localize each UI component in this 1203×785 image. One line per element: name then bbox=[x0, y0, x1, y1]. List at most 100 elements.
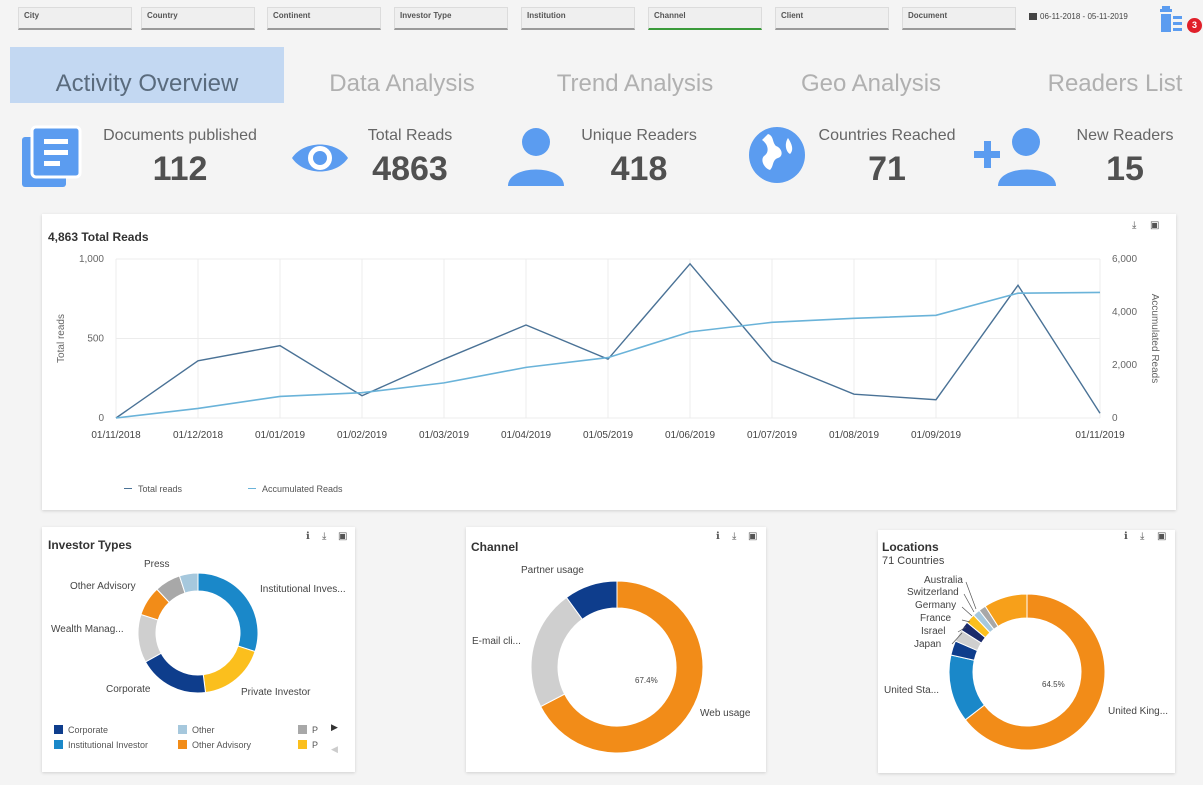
center-percentage: 64.5% bbox=[1042, 680, 1065, 689]
y2-axis-title: Accumulated Reads bbox=[1149, 294, 1160, 384]
slice-label-private: Private Investor bbox=[241, 687, 311, 698]
filter-investor-type[interactable]: Investor Type bbox=[394, 7, 508, 30]
filter-label: Document bbox=[908, 11, 948, 20]
filter-document[interactable]: Document bbox=[902, 7, 1016, 30]
slice-label-institutional: Institutional Inves... bbox=[260, 584, 346, 595]
donut-slice bbox=[144, 652, 207, 694]
y-tick-label: 0 bbox=[98, 413, 104, 424]
filter-label: Institution bbox=[527, 11, 566, 20]
kpi-total-reads-value: 4863 bbox=[372, 150, 448, 188]
center-percentage: 67.4% bbox=[635, 676, 658, 685]
selection-count-badge: 3 bbox=[1187, 18, 1202, 33]
filter-label: Channel bbox=[654, 11, 686, 20]
y-axis-title: Total reads bbox=[56, 314, 67, 363]
filter-country[interactable]: Country bbox=[141, 7, 255, 30]
line-chart: 1,000 500 0 6,000 4,000 2,000 0 01/11/2018 01/12… bbox=[56, 254, 1160, 441]
slice-label-partner: Partner usage bbox=[521, 565, 584, 576]
x-tick-label: 01/11/2019 bbox=[1075, 430, 1125, 441]
legend-next-arrow-icon[interactable]: ▶ bbox=[331, 722, 338, 733]
tab-geo-analysis[interactable]: Geo Analysis bbox=[785, 47, 957, 103]
y2-tick-label: 2,000 bbox=[1112, 360, 1137, 371]
legend-accumulated-reads[interactable]: Accumulated Reads bbox=[248, 484, 343, 494]
slice-label-other-advisory: Other Advisory bbox=[70, 581, 136, 592]
x-tick-label: 01/06/2019 bbox=[665, 430, 715, 441]
x-tick-label: 01/12/2018 bbox=[173, 430, 223, 441]
leader-line bbox=[963, 593, 975, 613]
filter-label: Client bbox=[781, 11, 804, 20]
filter-bar: City Country Continent Investor Type Ins… bbox=[0, 0, 1203, 42]
user-icon bbox=[508, 128, 564, 186]
date-range-picker[interactable]: 06-11-2018 - 05-11-2019 bbox=[1029, 12, 1128, 21]
leader-line bbox=[965, 581, 977, 610]
tab-data-analysis[interactable]: Data Analysis bbox=[310, 47, 494, 103]
filter-client[interactable]: Client bbox=[775, 7, 889, 30]
x-tick-label: 01/05/2019 bbox=[583, 430, 633, 441]
filter-channel[interactable]: Channel bbox=[648, 7, 762, 30]
filter-institution[interactable]: Institution bbox=[521, 7, 635, 30]
investor-types-panel: Investor Types ℹ ⤓ ▣ Press Other Advisor… bbox=[42, 527, 355, 772]
date-range-text: 06-11-2018 - 05-11-2019 bbox=[1040, 12, 1128, 21]
documents-icon bbox=[22, 125, 82, 187]
investor-types-donut bbox=[137, 572, 259, 694]
x-tick-label: 01/04/2019 bbox=[501, 430, 551, 441]
total-reads-panel: 4,863 Total Reads ⤓ ▣ 1,000 500 0 6,000 4,00… bbox=[42, 214, 1176, 510]
kpi-new-readers-label: New Readers bbox=[1076, 127, 1174, 144]
slice-label-wealth: Wealth Manag... bbox=[51, 624, 124, 635]
tab-trend-analysis[interactable]: Trend Analysis bbox=[540, 47, 730, 103]
filter-label: City bbox=[24, 11, 40, 20]
slice-label-web: Web usage bbox=[700, 708, 751, 719]
kpi-documents-label: Documents published bbox=[103, 127, 257, 144]
legend-prev-arrow-icon[interactable]: ◀ bbox=[331, 744, 338, 755]
filter-label: Investor Type bbox=[400, 11, 452, 20]
add-user-icon bbox=[974, 128, 1056, 186]
filter-label: Continent bbox=[273, 11, 311, 20]
filter-label: Country bbox=[147, 11, 178, 20]
legend-other-advisory[interactable]: Other Advisory bbox=[178, 740, 251, 750]
calendar-icon bbox=[1029, 13, 1037, 20]
slice-label-us: United Sta... bbox=[884, 685, 940, 696]
channel-panel: Channel ℹ ⤓ ▣ Partner usage E-mail cli..… bbox=[466, 527, 766, 772]
legend-institutional[interactable]: Institutional Investor bbox=[54, 740, 148, 750]
y-tick-label: 500 bbox=[87, 334, 104, 345]
kpi-unique-readers-value: 418 bbox=[610, 150, 668, 188]
kpi-documents-value: 112 bbox=[152, 150, 208, 188]
donut-slice bbox=[530, 596, 584, 708]
x-tick-label: 01/09/2019 bbox=[911, 430, 961, 441]
leader-line bbox=[961, 606, 973, 617]
x-tick-label: 01/11/2018 bbox=[91, 430, 141, 441]
y-tick-label: 1,000 bbox=[79, 254, 104, 265]
clear-selections-icon[interactable] bbox=[1160, 6, 1182, 32]
x-tick-label: 01/02/2019 bbox=[337, 430, 387, 441]
kpi-countries-value: 71 bbox=[868, 150, 906, 188]
locations-panel: Locations 71 Countries ℹ ⤓ ▣ Australia S… bbox=[878, 530, 1175, 773]
y2-tick-label: 4,000 bbox=[1112, 307, 1137, 318]
slice-label-uk: United King... bbox=[1108, 706, 1169, 717]
legend-private[interactable]: P bbox=[298, 740, 318, 750]
legend-corporate[interactable]: Corporate bbox=[54, 725, 108, 735]
slice-label-corporate: Corporate bbox=[106, 684, 151, 695]
filter-continent[interactable]: Continent bbox=[267, 7, 381, 30]
x-tick-label: 01/08/2019 bbox=[829, 430, 879, 441]
donut-slice bbox=[197, 572, 259, 653]
donut-slice bbox=[202, 645, 256, 694]
tab-activity-overview[interactable]: Activity Overview bbox=[10, 47, 284, 103]
slice-label-japan: Japan bbox=[914, 639, 942, 650]
kpi-unique-readers-label: Unique Readers bbox=[581, 127, 697, 144]
slice-label-australia: Australia bbox=[924, 575, 963, 586]
legend-total-reads[interactable]: Total reads bbox=[124, 484, 182, 494]
kpi-countries-label: Countries Reached bbox=[818, 127, 956, 144]
legend-other[interactable]: Other bbox=[178, 725, 215, 735]
donut-slice bbox=[137, 613, 162, 663]
x-tick-label: 01/03/2019 bbox=[419, 430, 469, 441]
locations-donut bbox=[948, 581, 1106, 751]
slice-label-israel: Israel bbox=[921, 626, 946, 637]
x-tick-label: 01/01/2019 bbox=[255, 430, 305, 441]
filter-city[interactable]: City bbox=[18, 7, 132, 30]
tab-readers-list[interactable]: Readers List bbox=[1040, 47, 1190, 103]
y2-tick-label: 6,000 bbox=[1112, 254, 1137, 265]
x-tick-label: 01/07/2019 bbox=[747, 430, 797, 441]
slice-label-germany: Germany bbox=[915, 600, 957, 611]
slice-label-france: France bbox=[920, 613, 952, 624]
channel-donut bbox=[530, 580, 704, 754]
legend-press[interactable]: P bbox=[298, 725, 318, 735]
